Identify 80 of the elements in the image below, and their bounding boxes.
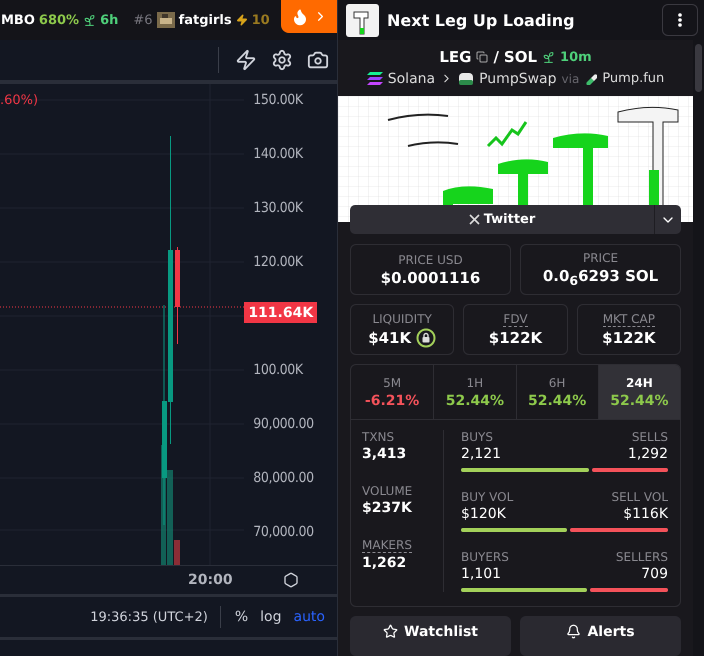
stat-label: TXNS <box>362 430 394 444</box>
time-axis-label: 20:00 <box>188 572 233 588</box>
bell-icon <box>566 624 582 639</box>
period-tab[interactable]: 1H 52.44% <box>433 365 516 419</box>
token-title: Next Leg Up Loading <box>387 10 576 30</box>
sprout-icon <box>83 14 96 26</box>
sell-value: $116K <box>623 506 668 522</box>
buy-label: BUYS <box>461 430 493 444</box>
scale-option[interactable]: log <box>260 609 282 625</box>
chain-logo-icon <box>366 72 383 86</box>
last-price-tag: 111.64K <box>244 302 318 323</box>
buy-value: $120K <box>461 506 506 522</box>
price-axis-label: 150.00K <box>253 91 304 109</box>
price-value: 0.0$_{6}$6293 SOL <box>542 267 658 288</box>
stat-label: MAKERS <box>362 538 412 553</box>
copy-icon[interactable] <box>476 51 488 64</box>
ticker-age: 6h <box>100 12 118 28</box>
camera-icon[interactable] <box>307 49 329 71</box>
pair-age: 10m <box>560 50 592 65</box>
price-axis-label: 140.00K <box>253 145 304 163</box>
trending-rank: #6 <box>133 12 153 28</box>
scrollbar[interactable] <box>693 40 704 656</box>
action-button[interactable]: Alerts <box>520 616 681 656</box>
sell-label: SELLS <box>632 430 668 444</box>
price-change: .60%) <box>0 93 38 108</box>
sell-label: SELL VOL <box>611 490 668 504</box>
ticker-symbol[interactable]: MBO <box>1 12 35 28</box>
settings-icon[interactable] <box>271 49 293 71</box>
buy-label: BUY VOL <box>461 490 514 504</box>
sprout-icon <box>542 50 556 64</box>
buy-value: 1,101 <box>461 566 502 582</box>
metric-value: $122K <box>488 329 542 347</box>
price-axis-label: 130.00K <box>253 199 304 217</box>
via-label: via <box>562 72 580 86</box>
ticker-change: 680% <box>38 12 80 28</box>
price-axis-label: 70,000.00 <box>253 523 315 541</box>
price-axis-label: 120.00K <box>253 253 304 271</box>
stat-value: 1,262 <box>362 555 406 571</box>
x-logo-icon <box>468 214 480 225</box>
base-symbol: LEG <box>439 48 472 66</box>
star-icon <box>383 624 398 639</box>
scale-option[interactable]: auto <box>293 609 325 625</box>
sell-value: 1,292 <box>628 446 668 462</box>
period-tab[interactable]: 5M -6.21% <box>351 365 434 419</box>
price-label: PRICE <box>582 251 618 265</box>
bolt-icon <box>236 14 248 26</box>
kebab-icon <box>678 13 682 27</box>
stat-value: 3,413 <box>362 446 406 462</box>
stat-value: $237K <box>362 500 412 516</box>
price-axis-label: 100.00K <box>253 361 304 379</box>
more-button[interactable] <box>662 4 698 36</box>
chain-name[interactable]: Solana <box>388 70 436 87</box>
buy-value: 2,121 <box>461 446 502 462</box>
metric-label: FDV <box>503 312 528 327</box>
action-button[interactable]: Watchlist <box>350 616 511 656</box>
buy-label: BUYERS <box>461 550 509 564</box>
metric-label: MKT CAP <box>602 312 655 327</box>
pair-separator-slash: / <box>493 48 499 66</box>
trending-button[interactable] <box>281 0 337 33</box>
price-axis-label: 90,000.00 <box>253 415 315 433</box>
pill-icon <box>584 72 598 86</box>
stat-label: VOLUME <box>362 484 412 498</box>
launchpad-name[interactable]: Pump.fun <box>602 71 664 86</box>
axis-settings-icon[interactable] <box>283 572 299 588</box>
clock-text: 19:36:35 (UTC+2) <box>90 610 208 624</box>
period-tab[interactable]: 24H 52.44% <box>598 365 680 419</box>
price-label: PRICE USD <box>398 252 463 266</box>
sell-label: SELLERS <box>616 550 668 564</box>
quote-symbol: SOL <box>504 48 538 66</box>
price-axis-label: 80,000.00 <box>253 469 315 487</box>
metric-label: LIQUIDITY <box>372 312 432 326</box>
price-value: $0.0001116 <box>380 268 480 286</box>
dex-logo-icon <box>458 70 474 87</box>
metric-value: $122K <box>602 329 656 347</box>
metric-value: $41K <box>368 328 412 346</box>
sell-value: 709 <box>641 566 668 582</box>
boost-count: 10 <box>252 12 270 28</box>
trending-name[interactable]: fatgirls <box>178 12 232 28</box>
scale-option[interactable]: % <box>234 609 248 625</box>
dex-name[interactable]: PumpSwap <box>479 70 557 87</box>
